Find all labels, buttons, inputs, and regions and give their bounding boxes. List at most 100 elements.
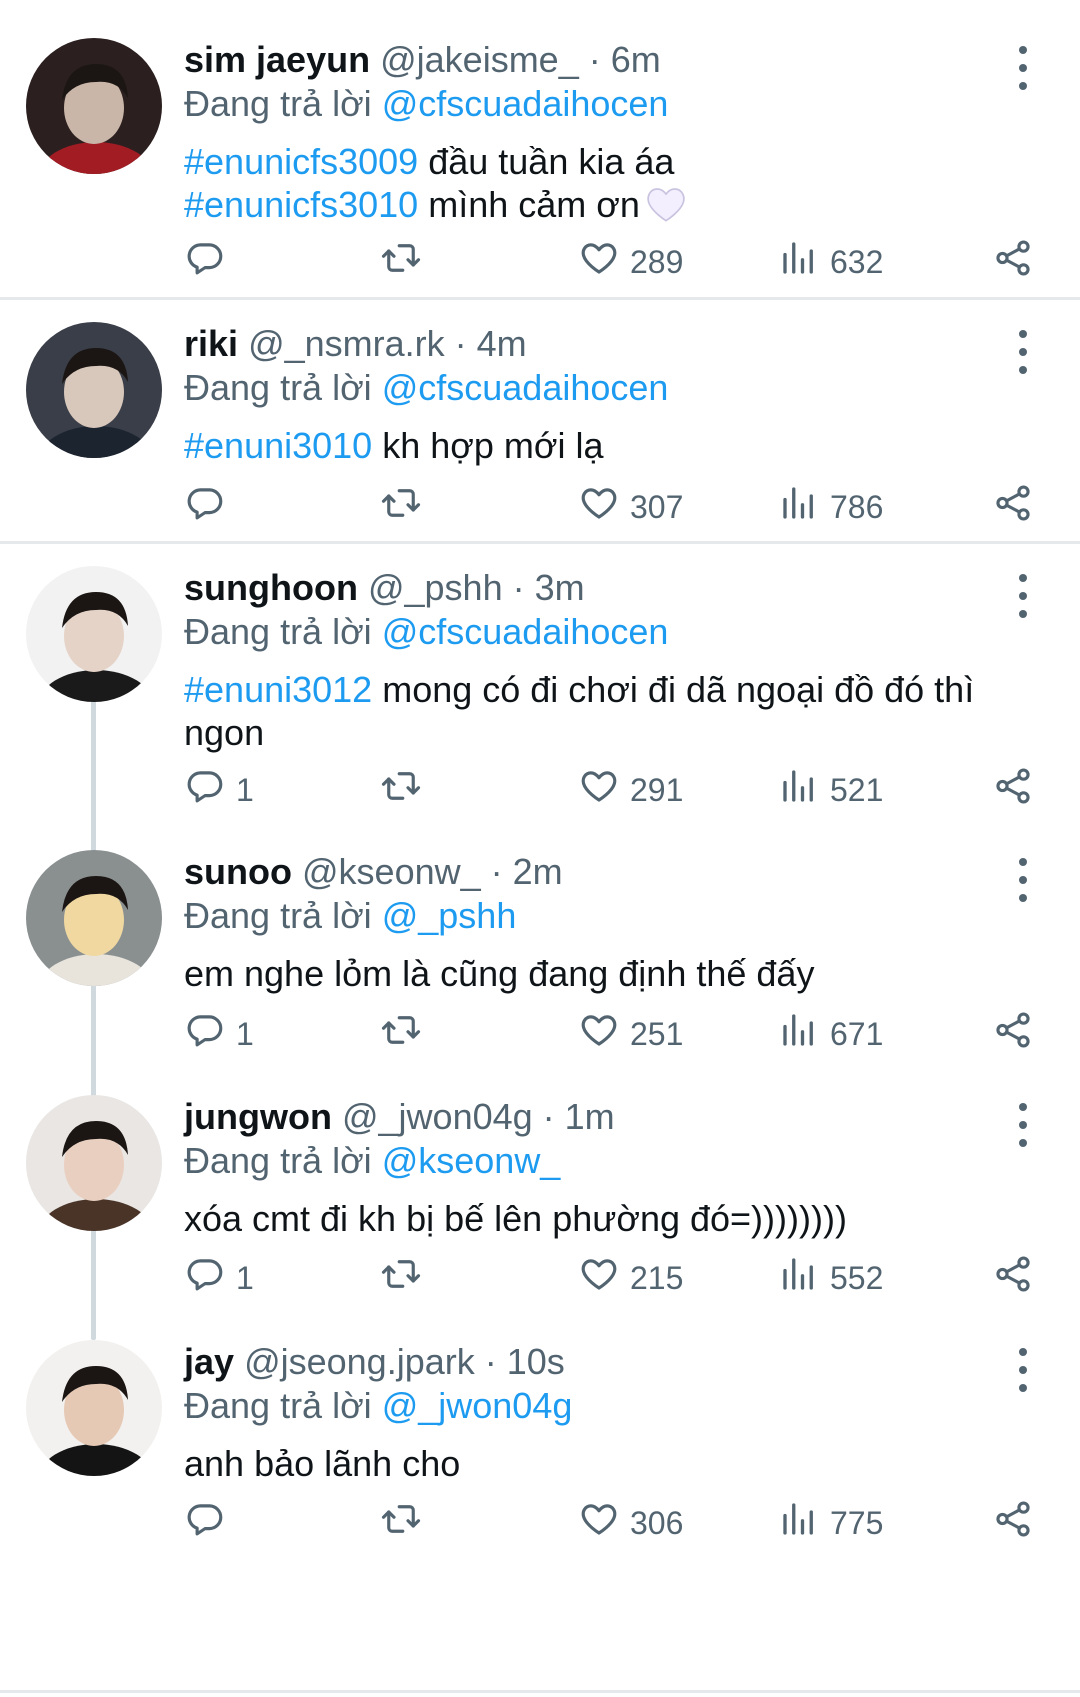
reply-button[interactable]: [184, 237, 236, 287]
like-button-count: 306: [630, 1504, 684, 1541]
share-icon: [992, 482, 1034, 532]
replying-to: Đang trả lời @cfscuadaihocen: [184, 82, 990, 126]
views-button[interactable]: 632: [778, 237, 883, 287]
retweet-button[interactable]: [380, 765, 422, 815]
share-button[interactable]: [992, 1253, 1034, 1303]
timestamp[interactable]: · 10s: [485, 1341, 565, 1382]
avatar[interactable]: [26, 566, 162, 702]
reply-button[interactable]: [184, 1498, 236, 1548]
mention-link[interactable]: @cfscuadaihocen: [382, 611, 669, 652]
share-button[interactable]: [992, 765, 1034, 815]
avatar[interactable]: [26, 322, 162, 458]
more-options-icon[interactable]: [1008, 1348, 1038, 1392]
mention-link[interactable]: @kseonw_: [382, 1140, 561, 1181]
tweet-text-span: xóa cmt đi kh bị bế lên phường đó=))))))…: [184, 1198, 847, 1239]
timestamp[interactable]: · 1m: [543, 1096, 615, 1137]
share-button[interactable]: [992, 482, 1034, 532]
replying-to-label: Đang trả lời: [184, 1140, 372, 1181]
reply-icon: [184, 1009, 226, 1059]
views-button[interactable]: 521: [778, 765, 883, 815]
share-button[interactable]: [992, 1009, 1034, 1059]
share-button[interactable]: [992, 1498, 1034, 1548]
reply-button-count: 1: [236, 771, 254, 808]
more-options-icon[interactable]: [1008, 46, 1038, 90]
display-name[interactable]: sunghoon: [184, 567, 358, 608]
like-button[interactable]: 306: [578, 1498, 683, 1548]
avatar[interactable]: [26, 38, 162, 174]
tweet-text-span: em nghe lỏm là cũng đang định thế đấy: [184, 953, 815, 994]
more-options-icon[interactable]: [1008, 574, 1038, 618]
timestamp[interactable]: · 4m: [455, 323, 527, 364]
more-options-icon[interactable]: [1008, 1103, 1038, 1147]
tweet-actions: 1 215 552: [184, 1253, 1040, 1303]
retweet-button[interactable]: [380, 1253, 422, 1303]
like-button[interactable]: 215: [578, 1253, 683, 1303]
user-handle[interactable]: @_jwon04g: [342, 1096, 533, 1137]
retweet-icon: [380, 1009, 422, 1059]
retweet-button[interactable]: [380, 1009, 422, 1059]
user-handle[interactable]: @kseonw_: [302, 851, 481, 892]
hashtag-link[interactable]: #enuni3012: [184, 669, 372, 710]
tweet-text-span: mong có đi chơi đi dã ngoại đồ đó thì: [372, 669, 975, 710]
like-button-count: 291: [630, 771, 684, 808]
reply-icon: [184, 1498, 226, 1548]
timestamp[interactable]: · 2m: [491, 851, 563, 892]
mention-link[interactable]: @_pshh: [382, 895, 517, 936]
tweet-text-line: em nghe lỏm là cũng đang định thế đấy: [184, 952, 990, 995]
avatar[interactable]: [26, 850, 162, 986]
heart-icon: [578, 237, 620, 287]
avatar[interactable]: [26, 1095, 162, 1231]
mention-link[interactable]: @cfscuadaihocen: [382, 367, 669, 408]
timestamp[interactable]: · 6m: [589, 39, 661, 80]
tweet-text: #enunicfs3009 đầu tuần kia áa #enunicfs30…: [184, 140, 990, 232]
hashtag-link[interactable]: #enunicfs3009: [184, 141, 418, 182]
like-button[interactable]: 251: [578, 1009, 683, 1059]
views-button[interactable]: 671: [778, 1009, 883, 1059]
display-name[interactable]: riki: [184, 323, 238, 364]
more-options-icon[interactable]: [1008, 330, 1038, 374]
display-name[interactable]: sunoo: [184, 851, 292, 892]
timestamp[interactable]: · 3m: [513, 567, 585, 608]
user-handle[interactable]: @jseong.jpark: [244, 1341, 475, 1382]
retweet-icon: [380, 1498, 422, 1548]
replying-to: Đang trả lời @cfscuadaihocen: [184, 610, 990, 654]
share-icon: [992, 237, 1034, 287]
reply-icon: [184, 482, 226, 532]
tweet-text-span: anh bảo lãnh cho: [184, 1443, 461, 1484]
retweet-button[interactable]: [380, 1498, 422, 1548]
mention-link[interactable]: @cfscuadaihocen: [382, 83, 669, 124]
reply-button[interactable]: [184, 482, 236, 532]
display-name[interactable]: jay: [184, 1341, 234, 1382]
views-button[interactable]: 775: [778, 1498, 883, 1548]
retweet-icon: [380, 237, 422, 287]
user-handle[interactable]: @_nsmra.rk: [248, 323, 445, 364]
reply-button[interactable]: 1: [184, 765, 254, 815]
like-button[interactable]: 307: [578, 482, 683, 532]
display-name[interactable]: sim jaeyun: [184, 39, 370, 80]
display-name[interactable]: jungwon: [184, 1096, 332, 1137]
mention-link[interactable]: @_jwon04g: [382, 1385, 573, 1426]
avatar[interactable]: [26, 1340, 162, 1476]
hashtag-link[interactable]: #enuni3010: [184, 425, 372, 466]
reply-button[interactable]: 1: [184, 1253, 254, 1303]
user-handle[interactable]: @_pshh: [368, 567, 503, 608]
retweet-icon: [380, 765, 422, 815]
analytics-icon: [778, 765, 820, 815]
like-button[interactable]: 291: [578, 765, 683, 815]
user-handle[interactable]: @jakeisme_: [380, 39, 579, 80]
like-button[interactable]: 289: [578, 237, 683, 287]
retweet-button[interactable]: [380, 237, 422, 287]
share-button[interactable]: [992, 237, 1034, 287]
tweet-actions: 1 291 521: [184, 765, 1040, 815]
reply-button[interactable]: 1: [184, 1009, 254, 1059]
views-button-count: 632: [830, 243, 884, 280]
retweet-icon: [380, 1253, 422, 1303]
replying-to-label: Đang trả lời: [184, 1385, 372, 1426]
views-button-count: 786: [830, 488, 884, 525]
views-button[interactable]: 552: [778, 1253, 883, 1303]
more-options-icon[interactable]: [1008, 858, 1038, 902]
hashtag-link[interactable]: #enunicfs3010: [184, 184, 418, 225]
analytics-icon: [778, 237, 820, 287]
retweet-button[interactable]: [380, 482, 422, 532]
views-button[interactable]: 786: [778, 482, 883, 532]
